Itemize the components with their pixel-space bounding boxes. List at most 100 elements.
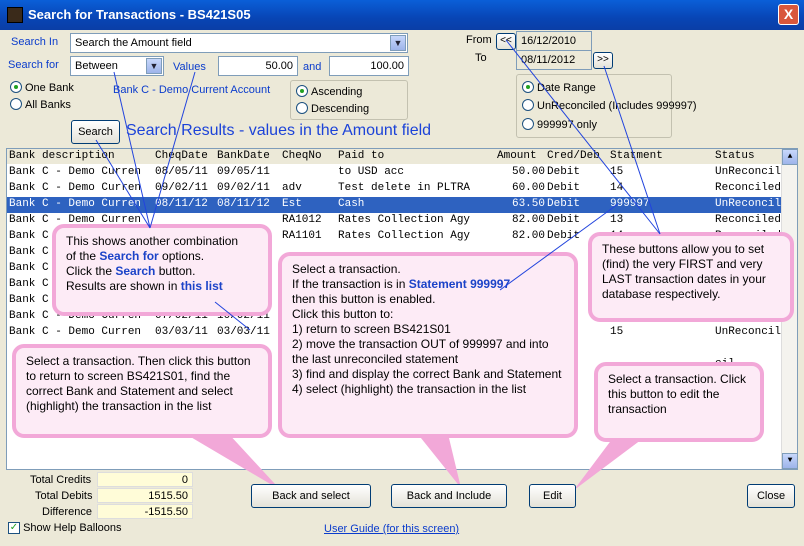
show-help-checkbox[interactable]: ✓ Show Help Balloons xyxy=(8,522,122,535)
ascending-radio[interactable]: Ascending xyxy=(296,85,363,98)
results-header: Bank description CheqDate BankDate CheqN… xyxy=(7,149,797,164)
table-cell: 82.00 xyxy=(511,230,545,242)
radio-off-icon xyxy=(10,98,22,111)
table-cell: 09/02/11 xyxy=(217,182,270,194)
col-header[interactable]: Status xyxy=(715,150,755,162)
values-label: Values xyxy=(173,61,206,73)
table-cell: 999997 xyxy=(610,198,650,210)
table-cell: 03/03/11 xyxy=(217,326,270,338)
col-header[interactable]: CheqNo xyxy=(282,150,322,162)
date-range-label: Date Range xyxy=(537,82,596,94)
table-row[interactable]: Bank C - Demo Curren 09/02/11 09/02/11 adv T… xyxy=(7,181,783,197)
table-cell: Debit xyxy=(547,182,581,194)
table-cell: Debit xyxy=(547,230,581,242)
date-range-radio[interactable]: Date Range xyxy=(522,81,596,94)
table-row[interactable]: Bank C - Demo Curren 08/11/12 08/11/12 Est C… xyxy=(7,197,783,213)
back-and-select-button[interactable]: Back and select xyxy=(251,484,371,508)
col-header[interactable]: Paid to xyxy=(338,150,384,162)
col-header[interactable]: Statment xyxy=(610,150,663,162)
total-debits-label: Total Debits xyxy=(35,490,93,502)
all-banks-radio[interactable]: All Banks xyxy=(10,98,71,111)
balloon-text: button. xyxy=(155,264,196,278)
table-cell: 09/05/11 xyxy=(217,166,270,178)
all-banks-label: All Banks xyxy=(25,99,71,111)
balloon-text: These buttons allow you to set (find) th… xyxy=(602,242,766,301)
only999997-radio[interactable]: 999997 only xyxy=(522,118,597,131)
only999997-label: 999997 only xyxy=(537,119,597,131)
balloon-highlight: Search xyxy=(115,264,156,278)
col-header[interactable]: BankDate xyxy=(217,150,270,162)
help-balloon-edit: Select a transaction. Click this button … xyxy=(594,362,764,442)
help-balloon-date-buttons: These buttons allow you to set (find) th… xyxy=(588,232,794,322)
table-cell: Debit xyxy=(547,166,581,178)
unreconciled-label: UnReconciled (Includes 999997) xyxy=(537,100,697,112)
checkmark-icon: ✓ xyxy=(8,522,20,535)
radio-off-icon xyxy=(522,99,534,112)
table-cell: Debit xyxy=(547,214,581,226)
balloon-highlight: Statement 999997 xyxy=(408,277,511,291)
total-credits-label: Total Credits xyxy=(30,474,92,486)
table-cell: Rates Collection Agy xyxy=(338,230,471,242)
balloon-text: 1) return to screen BS421S01 xyxy=(292,322,451,336)
last-date-button[interactable]: >> xyxy=(593,52,613,69)
chevron-down-icon[interactable]: ▼ xyxy=(390,35,406,51)
radio-on-icon xyxy=(10,81,22,94)
search-in-value: Search the Amount field xyxy=(75,37,192,49)
unreconciled-radio[interactable]: UnReconciled (Includes 999997) xyxy=(522,99,697,112)
table-cell: UnReconcil xyxy=(715,326,782,338)
table-cell: 60.00 xyxy=(511,182,545,194)
show-help-label: Show Help Balloons xyxy=(23,522,122,534)
close-button[interactable]: Close xyxy=(747,484,795,508)
one-bank-radio[interactable]: One Bank xyxy=(10,81,74,94)
search-button[interactable]: Search xyxy=(71,120,120,144)
balloon-text: 3) find and display the correct Bank and… xyxy=(292,367,562,381)
to-date-input[interactable]: 08/11/2012 xyxy=(516,50,592,70)
col-header[interactable]: Amount xyxy=(497,150,537,162)
radio-off-icon xyxy=(296,102,308,115)
table-cell: UnReconcil xyxy=(715,166,782,178)
descending-label: Descending xyxy=(311,103,370,115)
scroll-up-icon[interactable]: ▲ xyxy=(782,149,797,165)
col-header[interactable]: CheqDate xyxy=(155,150,208,162)
descending-radio[interactable]: Descending xyxy=(296,102,370,115)
table-cell: to USD acc xyxy=(338,166,405,178)
radio-off-icon xyxy=(522,118,534,131)
balloon-text: Click this button to: xyxy=(292,307,394,321)
title-bar: Search for Transactions - BS421S05 X xyxy=(0,0,804,30)
from-date-input[interactable]: 16/12/2010 xyxy=(516,31,592,51)
help-balloon-search-for: This shows another combination of the Se… xyxy=(52,224,272,316)
col-header[interactable]: Bank description xyxy=(9,150,115,162)
table-cell: RA1101 xyxy=(282,230,322,242)
value-to-input[interactable]: 100.00 xyxy=(329,56,409,76)
table-cell: Reconciled xyxy=(715,214,782,226)
balloon-text: Select a transaction. Then click this bu… xyxy=(26,354,251,413)
total-debits-value: 1515.50 xyxy=(97,488,193,503)
app-icon xyxy=(7,7,23,23)
table-row[interactable]: Bank C - Demo Curren 08/05/11 09/05/11 to U… xyxy=(7,165,783,181)
scroll-down-icon[interactable]: ▼ xyxy=(782,453,797,469)
table-cell: 08/05/11 xyxy=(155,166,208,178)
col-header[interactable]: Cred/Deb xyxy=(547,150,600,162)
first-date-button[interactable]: << xyxy=(496,33,516,50)
bank-name-label: Bank C - Demo Current Account xyxy=(113,84,271,96)
edit-button[interactable]: Edit xyxy=(529,484,576,508)
results-title: Search Results - values in the Amount fi… xyxy=(126,122,432,139)
balloon-text: Results are shown in xyxy=(66,279,181,293)
search-in-combo[interactable]: Search the Amount field ▼ xyxy=(70,33,408,53)
table-cell: Bank C - Demo Curren xyxy=(9,182,142,194)
window-close-button[interactable]: X xyxy=(778,4,799,25)
balloon-text: then this button is enabled. xyxy=(292,292,436,306)
table-cell: Bank C - Demo Curren xyxy=(9,326,142,338)
balloon-text: Select a transaction. Click this button … xyxy=(608,372,747,416)
balloon-text: 2) move the transaction OUT of 999997 an… xyxy=(292,337,549,366)
table-cell: 63.50 xyxy=(511,198,545,210)
chevron-down-icon[interactable]: ▼ xyxy=(146,58,162,74)
user-guide-link[interactable]: User Guide (for this screen) xyxy=(324,523,459,535)
ascending-label: Ascending xyxy=(311,86,363,98)
one-bank-label: One Bank xyxy=(25,82,74,94)
back-and-include-button[interactable]: Back and Include xyxy=(391,484,507,508)
and-label: and xyxy=(303,61,322,73)
value-from-input[interactable]: 50.00 xyxy=(218,56,298,76)
table-cell: 13 xyxy=(610,214,624,226)
search-for-combo[interactable]: Between ▼ xyxy=(70,56,164,76)
